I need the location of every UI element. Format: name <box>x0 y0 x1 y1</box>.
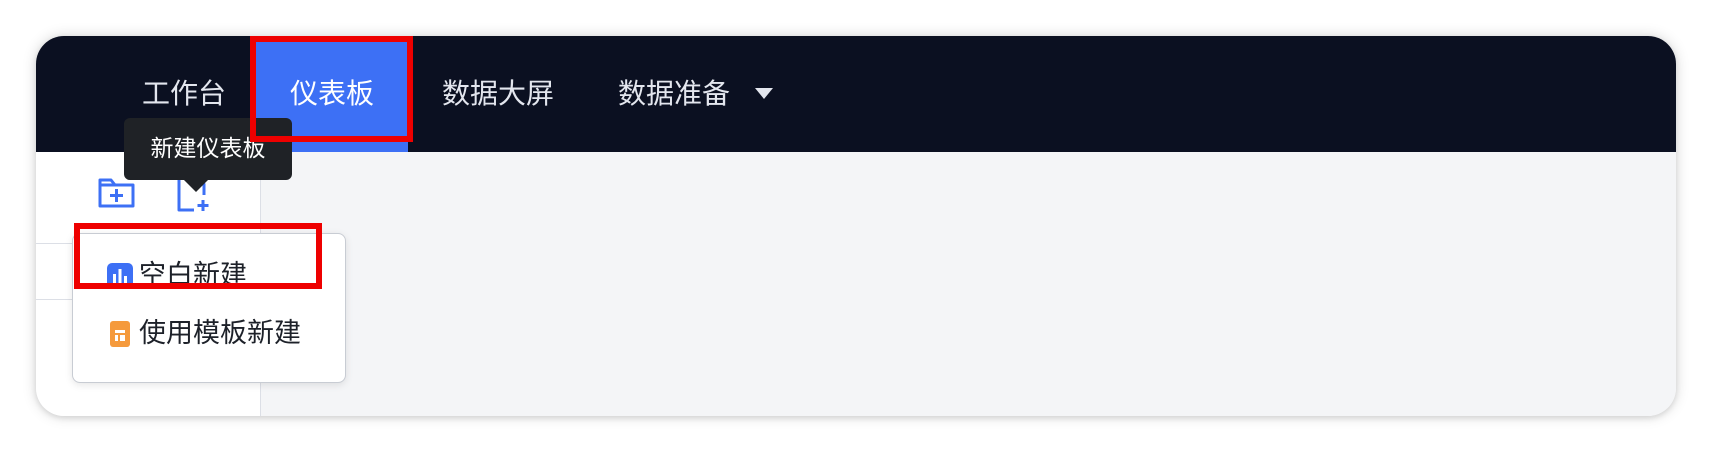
tooltip-text: 新建仪表板 <box>150 136 266 162</box>
tooltip-arrow <box>184 180 208 192</box>
menu-item-blank-new[interactable]: 空白新建 <box>73 246 345 306</box>
nav-item-label: 数据准备 <box>618 77 731 110</box>
main-content <box>261 152 1676 416</box>
menu-item-label: 空白新建 <box>139 260 247 291</box>
menu-item-label: 使用模板新建 <box>139 318 301 349</box>
nav-item-label: 数据大屏 <box>442 77 555 110</box>
tooltip: 新建仪表板 <box>124 118 292 180</box>
caret-down-icon <box>754 87 773 99</box>
folder-plus-icon <box>98 178 135 208</box>
new-folder-button[interactable] <box>98 176 136 210</box>
menu-item-template-new[interactable]: 使用模板新建 <box>73 304 345 364</box>
nav-item-data-prep[interactable]: 数据准备 <box>618 36 773 152</box>
template-icon <box>110 321 130 347</box>
app-window: 工作台 仪表板 数据大屏 数据准备 新建仪表板 空白新建 使用模板新建 <box>36 36 1676 416</box>
nav-item-label: 仪表板 <box>289 77 374 110</box>
new-dashboard-menu: 空白新建 使用模板新建 <box>72 233 346 383</box>
nav-item-label: 工作台 <box>142 77 227 110</box>
bar-chart-icon <box>107 263 133 289</box>
nav-item-data-screen[interactable]: 数据大屏 <box>442 36 554 152</box>
